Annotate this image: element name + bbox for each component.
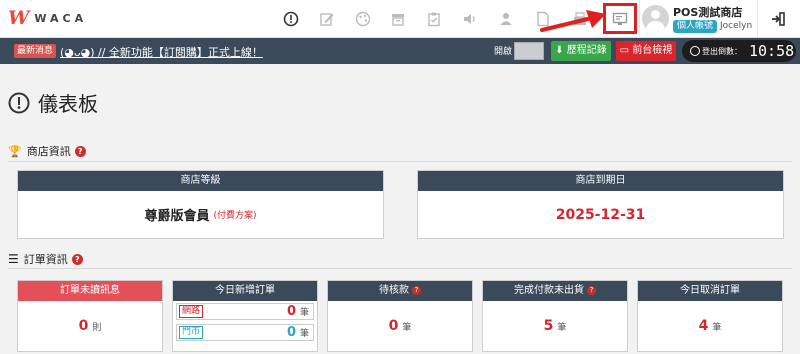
brand-logo[interactable]: W WACA <box>8 8 87 28</box>
divider <box>8 161 792 162</box>
store-level-value: 尊爵版會員 <box>144 209 210 224</box>
paid-not-shipped-card[interactable]: 完成付款未出貨? 5 筆 <box>482 280 628 352</box>
order-info-heading: ☰ 訂單資訊 ? <box>8 251 83 267</box>
online-orders-row[interactable]: 網路 0筆 <box>176 303 314 320</box>
download-icon: ⬇ <box>555 45 564 56</box>
dashboard-icon[interactable] <box>278 6 304 32</box>
card-body: 5 筆 <box>483 301 627 351</box>
unit-label: 則 <box>92 322 102 333</box>
dashboard-icon <box>8 92 30 113</box>
online-tag: 網路 <box>179 305 204 318</box>
store-level-card: 商店等級 尊爵版會員 (付費方案) <box>17 170 384 239</box>
store-orders-row[interactable]: 門市 0筆 <box>176 324 314 341</box>
help-icon: ? <box>412 285 421 295</box>
card-header: 今日取消訂單 <box>638 281 782 301</box>
paid-not-shipped-count: 5 <box>543 318 554 334</box>
archive-icon[interactable] <box>385 6 411 32</box>
unit-label: 筆 <box>402 322 412 333</box>
logo-text: WACA <box>34 11 88 25</box>
account-badge[interactable]: 個人帳號 <box>673 20 718 33</box>
divider <box>8 268 792 269</box>
logout-label: 登出倒數： <box>702 47 742 56</box>
card-body: 4 筆 <box>638 301 782 351</box>
nav-divider <box>757 0 758 38</box>
today-new-orders-card: 今日新增訂單 網路 0筆 門市 0筆 <box>172 280 318 352</box>
help-icon[interactable]: ? <box>71 253 83 265</box>
unread-count: 0 <box>78 318 89 334</box>
logo-mark: W <box>8 7 29 29</box>
card-header: 待核款? <box>328 281 472 301</box>
unread-messages-card[interactable]: 訂單未讀訊息 0 則 <box>17 280 163 352</box>
store-expiry-card: 商店到期日 2025-12-31 <box>417 170 784 239</box>
nav-divider <box>639 0 640 38</box>
card-header: 今日新增訂單 <box>173 281 317 301</box>
card-header: 完成付款未出貨? <box>483 281 627 301</box>
storefront-button[interactable]: ▭ 前台檢視 <box>616 41 676 61</box>
logout-icon[interactable] <box>765 6 791 32</box>
card-body: 0 筆 <box>328 301 472 351</box>
online-count: 0筆 <box>286 304 309 319</box>
edit-icon[interactable] <box>314 6 340 32</box>
open-label: 開啟 <box>494 47 513 57</box>
store-count: 0筆 <box>286 325 309 340</box>
page-title: 儀表板 <box>38 92 98 116</box>
expiry-date: 2025-12-31 <box>555 206 646 223</box>
speaker-icon[interactable] <box>457 6 483 32</box>
trophy-icon: 🏆 <box>8 144 22 158</box>
page-header: 儀表板 <box>8 88 98 117</box>
history-button[interactable]: ⬇ 歷程記錄 <box>551 41 611 61</box>
store-info-heading: 🏆 商店資訊 ? <box>8 143 86 159</box>
paid-plan-link[interactable]: (付費方案) <box>213 208 256 221</box>
storefront-button-label: 前台檢視 <box>632 45 673 56</box>
card-body: 0 則 <box>18 301 162 351</box>
store-name: POS測試商店 <box>673 6 743 19</box>
announcement-bar: 最新消息 (◕ᴗ◕) // 全新功能【訂閱購】正式上線！ 開啟 ⬇ 歷程記錄 ▭… <box>0 38 800 64</box>
card-header: 商店到期日 <box>418 171 783 191</box>
top-navbar: W WACA POS測試商店 個人帳號 Jocelyn <box>0 0 800 38</box>
pending-count: 0 <box>388 318 399 334</box>
card-body: 2025-12-31 <box>418 191 783 238</box>
user-icon[interactable] <box>493 6 519 32</box>
today-cancel-card[interactable]: 今日取消訂單 4 筆 <box>637 280 783 352</box>
pending-payment-card[interactable]: 待核款? 0 筆 <box>327 280 473 352</box>
palette-icon[interactable] <box>350 6 376 32</box>
section-title: 商店資訊 <box>26 145 71 158</box>
card-header: 訂單未讀訊息 <box>18 281 162 301</box>
list-icon: ☰ <box>8 252 19 266</box>
unit-label: 筆 <box>557 322 567 333</box>
help-icon[interactable]: ? <box>74 145 86 157</box>
timer-icon <box>690 46 700 56</box>
logout-time: 10:58 <box>749 42 795 60</box>
store-tag: 門市 <box>179 326 204 339</box>
cancel-count: 4 <box>698 318 709 334</box>
section-title: 訂單資訊 <box>23 253 68 266</box>
history-button-label: 歷程記錄 <box>566 45 607 56</box>
news-badge: 最新消息 <box>14 44 57 58</box>
announcement-link[interactable]: (◕ᴗ◕) // 全新功能【訂閱購】正式上線！ <box>60 44 263 60</box>
unit-label: 筆 <box>712 322 722 333</box>
username: Jocelyn <box>720 21 753 31</box>
avatar[interactable] <box>642 5 669 32</box>
card-header: 商店等級 <box>18 171 383 191</box>
open-toggle[interactable] <box>514 42 544 60</box>
monitor-icon: ▭ <box>619 45 630 56</box>
card-body: 尊爵版會員 (付費方案) <box>18 191 383 238</box>
help-icon: ? <box>587 285 596 295</box>
logout-countdown: 登出倒數： 10:58 <box>682 40 796 62</box>
clipboard-check-icon[interactable] <box>421 6 447 32</box>
red-arrow-annotation <box>540 10 606 32</box>
